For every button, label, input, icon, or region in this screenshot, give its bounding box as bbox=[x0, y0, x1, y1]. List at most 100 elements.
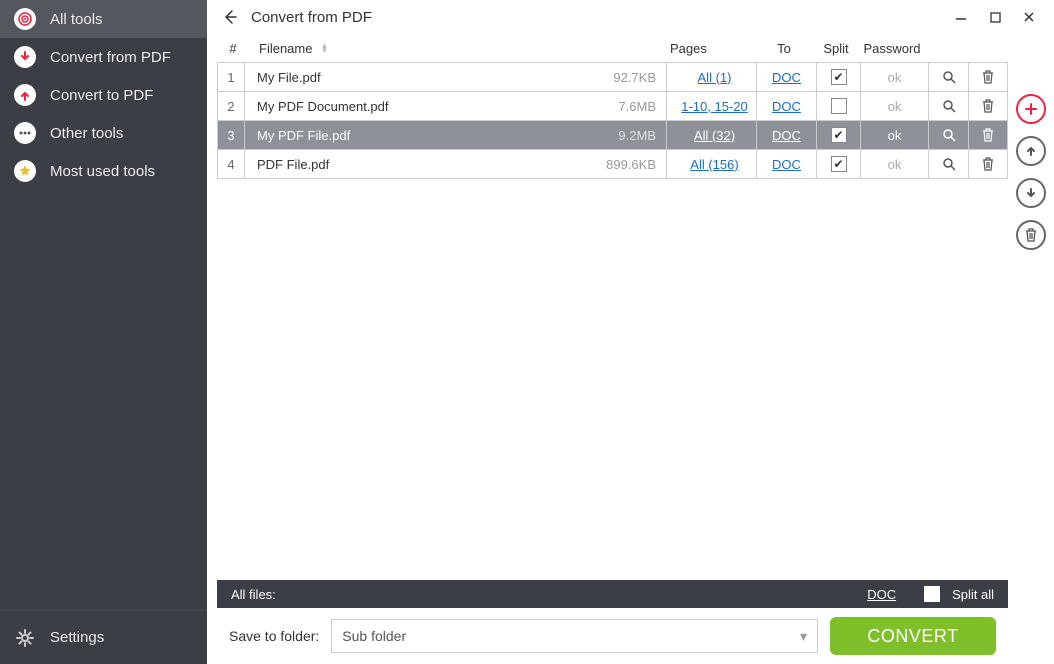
row-password: ok bbox=[860, 63, 928, 91]
sidebar-item-label: Convert to PDF bbox=[50, 87, 153, 104]
row-size: 92.7KB bbox=[598, 63, 666, 91]
to-link[interactable]: DOC bbox=[772, 128, 801, 143]
sidebar-item-label: Convert from PDF bbox=[50, 49, 171, 66]
table-body: 1My File.pdf92.7KB All (1) DOC ok 2My PDF Do… bbox=[217, 62, 1008, 580]
table-row[interactable]: 3My PDF File.pdf9.2MB All (32) DOC ok bbox=[217, 121, 1008, 150]
all-files-label: All files: bbox=[231, 587, 276, 602]
page-title: Convert from PDF bbox=[251, 9, 372, 26]
row-to: DOC bbox=[756, 63, 816, 91]
split-all-label: Split all bbox=[952, 587, 994, 602]
main-panel: Convert from PDF # Filename ▲▼ Pages To bbox=[207, 0, 1054, 664]
row-password: ok bbox=[860, 150, 928, 178]
row-to: DOC bbox=[756, 121, 816, 149]
magnifier-icon bbox=[942, 99, 956, 113]
sidebar-item-convert-to-pdf[interactable]: Convert to PDF bbox=[0, 76, 207, 114]
trash-icon bbox=[982, 99, 994, 113]
row-pages: All (32) bbox=[666, 121, 756, 149]
row-pages: 1-10, 15-20 bbox=[666, 92, 756, 120]
minimize-button[interactable] bbox=[944, 2, 978, 32]
row-filename: PDF File.pdf bbox=[245, 150, 598, 178]
maximize-button[interactable] bbox=[978, 2, 1012, 32]
sidebar-item-all-tools[interactable]: All tools bbox=[0, 0, 207, 38]
pages-link[interactable]: All (1) bbox=[698, 70, 732, 85]
sidebar-item-label: Other tools bbox=[50, 125, 123, 142]
row-to: DOC bbox=[756, 150, 816, 178]
sidebar-settings[interactable]: Settings bbox=[0, 610, 207, 664]
sort-icon: ▲▼ bbox=[320, 43, 328, 53]
split-all-checkbox[interactable] bbox=[924, 586, 940, 602]
col-number[interactable]: # bbox=[219, 41, 247, 56]
row-number: 3 bbox=[217, 121, 245, 149]
back-button[interactable] bbox=[215, 3, 243, 31]
col-split[interactable]: Split bbox=[814, 41, 858, 56]
move-up-button[interactable] bbox=[1016, 136, 1046, 166]
row-to: DOC bbox=[756, 92, 816, 120]
chevron-down-icon: ▾ bbox=[800, 628, 807, 645]
row-size: 9.2MB bbox=[598, 121, 666, 149]
row-number: 4 bbox=[217, 150, 245, 178]
star-icon bbox=[14, 160, 36, 182]
pages-link[interactable]: All (32) bbox=[694, 128, 735, 143]
delete-all-button[interactable] bbox=[1016, 220, 1046, 250]
row-password: ok bbox=[860, 92, 928, 120]
move-down-button[interactable] bbox=[1016, 178, 1046, 208]
row-split bbox=[816, 92, 860, 120]
sidebar-item-label: All tools bbox=[50, 11, 103, 28]
save-folder-label: Save to folder: bbox=[229, 628, 319, 644]
split-checkbox[interactable] bbox=[831, 69, 847, 85]
row-split bbox=[816, 63, 860, 91]
split-checkbox[interactable] bbox=[831, 98, 847, 114]
col-filename[interactable]: Filename ▲▼ bbox=[247, 41, 596, 56]
row-number: 2 bbox=[217, 92, 245, 120]
sidebar-item-convert-from-pdf[interactable]: Convert from PDF bbox=[0, 38, 207, 76]
split-checkbox[interactable] bbox=[831, 156, 847, 172]
row-pages: All (1) bbox=[666, 63, 756, 91]
row-number: 1 bbox=[217, 63, 245, 91]
convert-button[interactable]: CONVERT bbox=[830, 617, 996, 655]
magnifier-icon bbox=[942, 157, 956, 171]
to-link[interactable]: DOC bbox=[772, 99, 801, 114]
all-to-link[interactable]: DOC bbox=[867, 587, 896, 602]
split-checkbox[interactable] bbox=[831, 127, 847, 143]
row-filename: My File.pdf bbox=[245, 63, 598, 91]
to-link[interactable]: DOC bbox=[772, 157, 801, 172]
col-password[interactable]: Password bbox=[858, 41, 926, 56]
pages-link[interactable]: 1-10, 15-20 bbox=[681, 99, 748, 114]
to-link[interactable]: DOC bbox=[772, 70, 801, 85]
settings-label: Settings bbox=[50, 629, 104, 646]
trash-icon bbox=[982, 157, 994, 171]
delete-row-button[interactable] bbox=[978, 154, 998, 174]
add-file-button[interactable] bbox=[1016, 94, 1046, 124]
preview-button[interactable] bbox=[939, 125, 959, 145]
row-filename: My PDF Document.pdf bbox=[245, 92, 598, 120]
delete-row-button[interactable] bbox=[978, 96, 998, 116]
magnifier-icon bbox=[942, 70, 956, 84]
table-row[interactable]: 1My File.pdf92.7KB All (1) DOC ok bbox=[217, 63, 1008, 92]
table-row[interactable]: 2My PDF Document.pdf7.6MB1-10, 15-20DOCo… bbox=[217, 92, 1008, 121]
arrow-down-icon bbox=[14, 46, 36, 68]
sidebar-item-other-tools[interactable]: Other tools bbox=[0, 114, 207, 152]
table-row[interactable]: 4PDF File.pdf899.6KBAll (156)DOCok bbox=[217, 150, 1008, 179]
sidebar-item-most-used[interactable]: Most used tools bbox=[0, 152, 207, 190]
trash-icon bbox=[982, 128, 994, 142]
row-filename: My PDF File.pdf bbox=[245, 121, 598, 149]
preview-button[interactable] bbox=[939, 154, 959, 174]
preview-button[interactable] bbox=[939, 67, 959, 87]
row-password: ok bbox=[860, 121, 928, 149]
delete-row-button[interactable] bbox=[978, 125, 998, 145]
sidebar-item-label: Most used tools bbox=[50, 163, 155, 180]
sidebar: All tools Convert from PDF Convert to PD… bbox=[0, 0, 207, 664]
row-split bbox=[816, 121, 860, 149]
side-toolbar bbox=[1008, 34, 1054, 664]
col-pages[interactable]: Pages bbox=[664, 41, 754, 56]
folder-select[interactable]: Sub folder ▾ bbox=[331, 619, 818, 653]
titlebar: Convert from PDF bbox=[207, 0, 1054, 34]
delete-row-button[interactable] bbox=[978, 67, 998, 87]
all-files-bar: All files: DOC Split all bbox=[217, 580, 1008, 608]
pages-link[interactable]: All (156) bbox=[690, 157, 738, 172]
arrow-up-icon bbox=[14, 84, 36, 106]
col-to[interactable]: To bbox=[754, 41, 814, 56]
preview-button[interactable] bbox=[939, 96, 959, 116]
close-button[interactable] bbox=[1012, 2, 1046, 32]
row-pages: All (156) bbox=[666, 150, 756, 178]
